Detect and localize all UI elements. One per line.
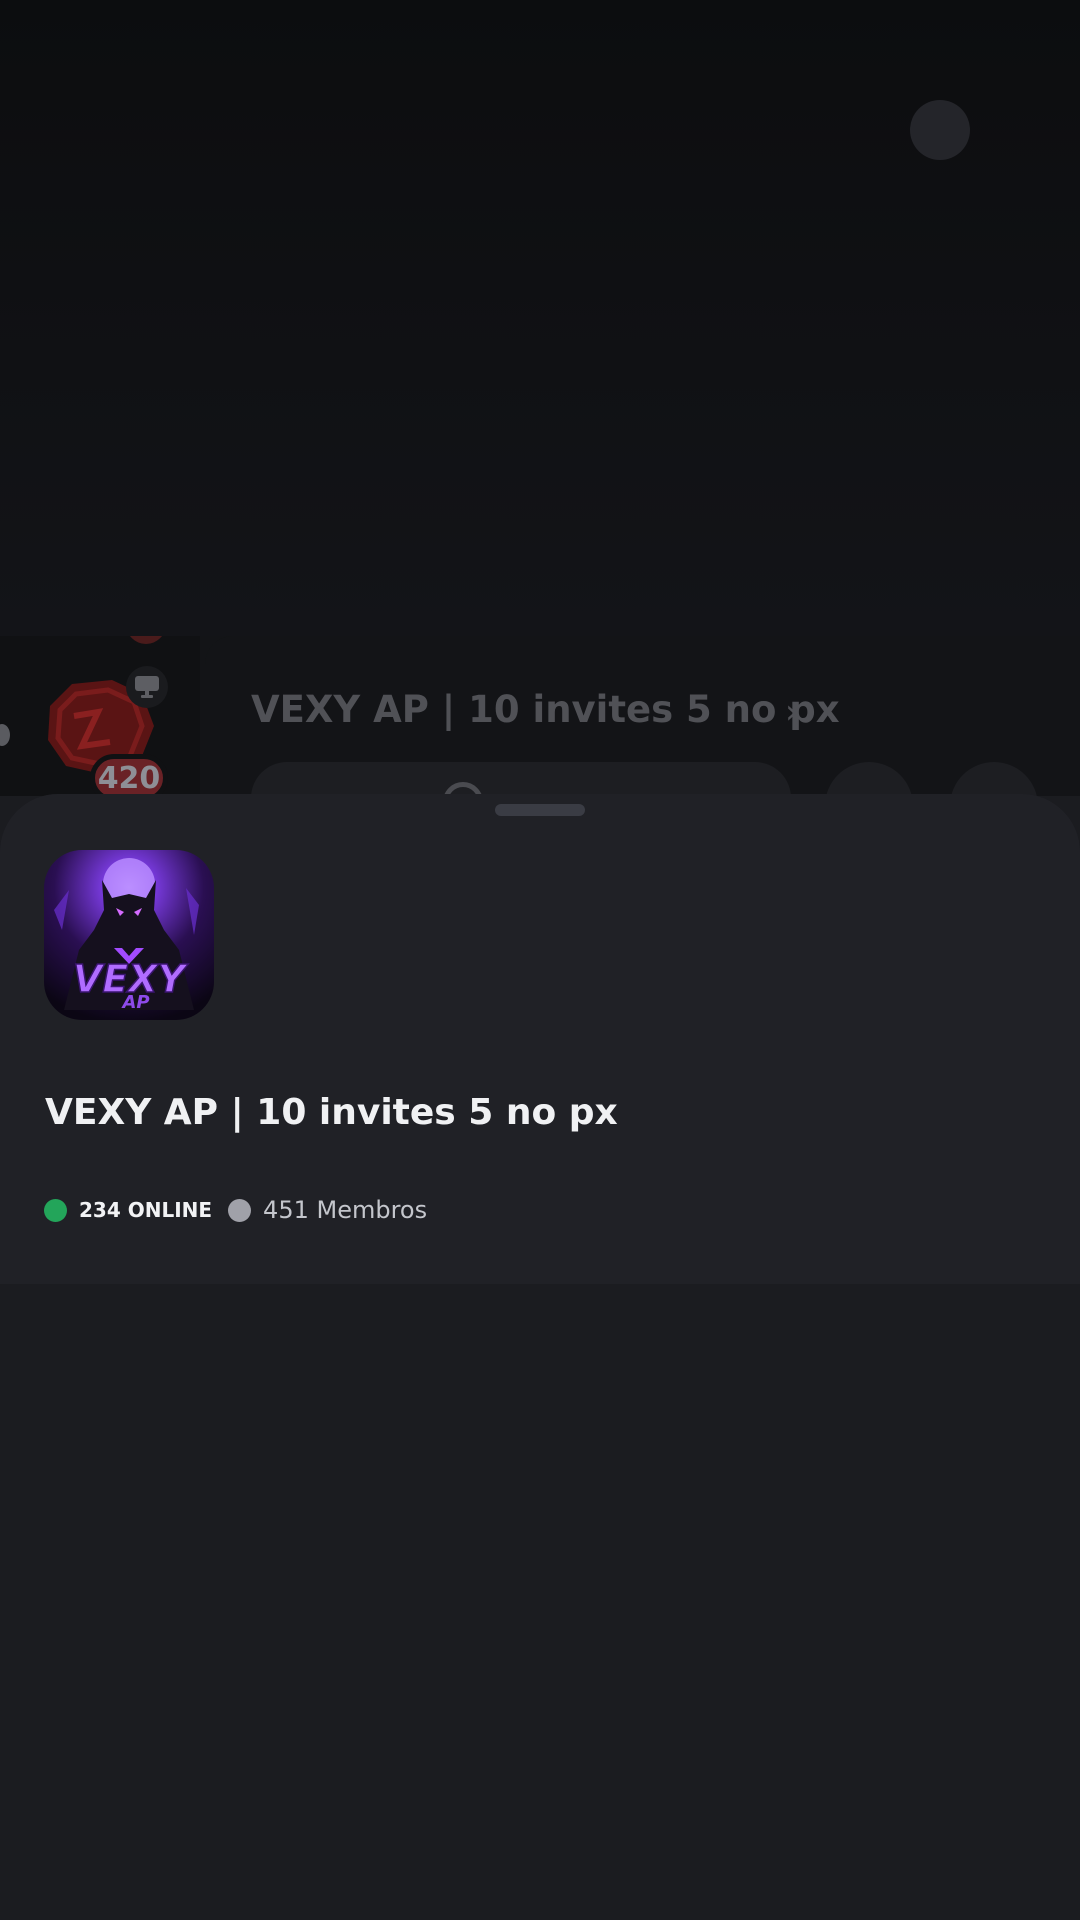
guild-rail: 420: [0, 636, 200, 796]
rail-selection-pill: [0, 724, 10, 746]
overlay-circle: [910, 100, 970, 160]
server-stats: 234 ONLINE 451 Membros: [44, 1190, 427, 1230]
dimmed-overlay[interactable]: [0, 0, 1080, 636]
sheet-header: VEXY AP VEXY AP | 10 invites 5 no px 234…: [0, 794, 1080, 1284]
background-server-strip: 420 VEXY AP | 10 invites 5 no px ›: [0, 636, 1080, 796]
background-invite-button[interactable]: [825, 762, 913, 796]
server-name: VEXY AP | 10 invites 5 no px: [45, 1092, 618, 1133]
monitor-icon: [126, 666, 168, 708]
members-status-dot: [228, 1198, 252, 1222]
rail-badge-top: [126, 636, 166, 644]
avatar-logo-subtext: AP: [120, 992, 149, 1013]
server-avatar[interactable]: VEXY AP: [44, 850, 214, 1020]
online-status-dot: [44, 1198, 67, 1222]
member-count: 451 Membros: [263, 1196, 428, 1224]
server-info-sheet: VEXY AP VEXY AP | 10 invites 5 no px 234…: [0, 794, 1080, 1920]
background-server-title[interactable]: VEXY AP | 10 invites 5 no px: [251, 688, 840, 731]
screen: 420 VEXY AP | 10 invites 5 no px › VEXY …: [0, 0, 1080, 1920]
background-search-bar[interactable]: [251, 762, 791, 796]
channel-panel: VEXY AP | 10 invites 5 no px ›: [205, 636, 1080, 796]
chevron-right-icon: ›: [785, 692, 799, 732]
online-count: 234 ONLINE: [79, 1198, 213, 1222]
sheet-drag-handle[interactable]: [495, 804, 585, 816]
mention-count-badge: 420: [90, 754, 168, 796]
background-events-button[interactable]: [950, 762, 1038, 796]
